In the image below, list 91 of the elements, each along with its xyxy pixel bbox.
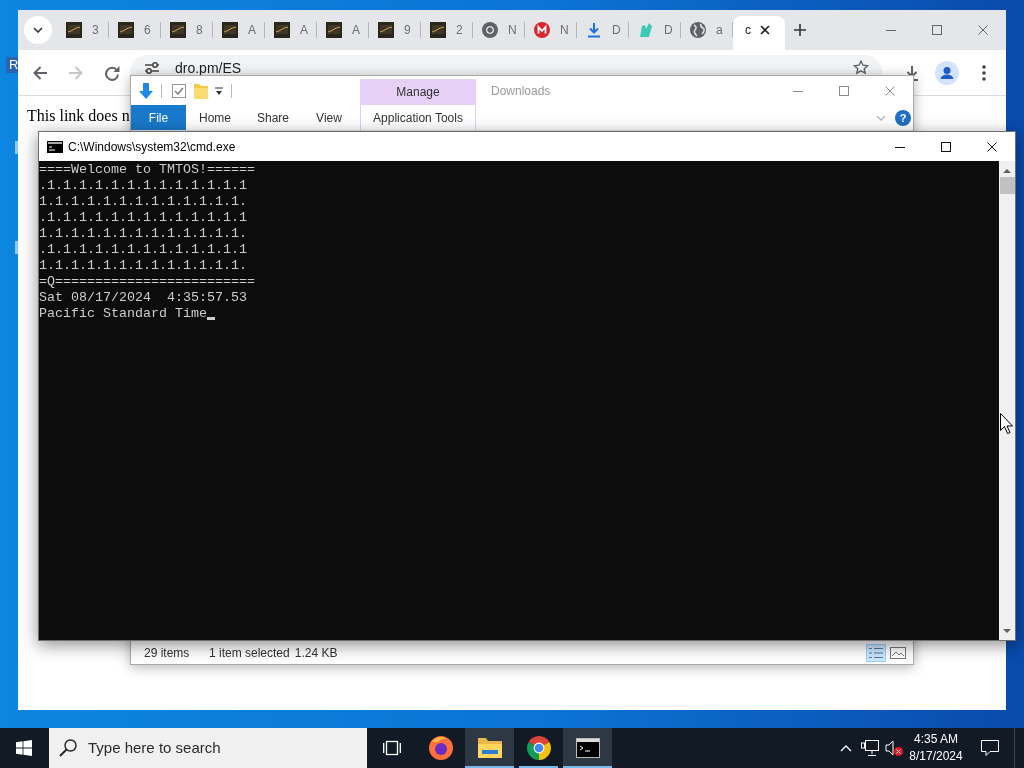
window-title: C:\Windows\system32\cmd.exe [68, 138, 236, 156]
browser-tab[interactable]: a [681, 16, 733, 50]
download-arrow-icon[interactable] [139, 82, 153, 99]
status-text: 1 item selected [209, 644, 290, 662]
address-bar[interactable]: dro.pm/ES [130, 55, 882, 75]
browser-tab[interactable]: N [525, 16, 577, 50]
browser-tab[interactable]: D [629, 16, 681, 50]
context-ribbon-tab[interactable]: Application Tools [360, 105, 476, 130]
star-icon[interactable] [853, 60, 869, 75]
browser-tab[interactable]: 3 [57, 16, 109, 50]
scroll-down-icon[interactable] [1003, 629, 1011, 634]
thumbnail-icon [274, 22, 290, 38]
browser-icon [526, 736, 551, 760]
status-text: 29 items [144, 644, 191, 662]
taskbar-button[interactable] [563, 728, 612, 768]
console-line: 1.1.1.1.1.1.1.1.1.1.1.1.1. [39, 226, 247, 242]
console-line: Pacific Standard Time [39, 306, 207, 322]
thumbnail-icon [326, 22, 342, 38]
task-view-icon [382, 740, 401, 756]
terminal-icon [575, 738, 600, 758]
context-tab-header: Manage [360, 79, 476, 105]
reload-icon[interactable] [104, 64, 120, 81]
scrollbar-thumb[interactable] [999, 177, 1015, 194]
logo-icon [534, 22, 550, 38]
notification-icon[interactable] [981, 740, 999, 756]
thumbnail-icon [170, 22, 186, 38]
browser-icon [482, 22, 498, 38]
console-line: .1.1.1.1.1.1.1.1.1.1.1.1.1 [39, 242, 247, 258]
thumbnail-icon [222, 22, 238, 38]
desktop-icon [15, 241, 18, 254]
profile-avatar-icon[interactable] [935, 60, 959, 85]
browser-tab[interactable]: c [733, 16, 785, 50]
details-view-button[interactable] [866, 643, 886, 662]
browser-tab[interactable]: A [213, 16, 265, 50]
back-arrow-icon[interactable] [32, 64, 48, 81]
chevron-up-icon[interactable] [840, 744, 852, 752]
scroll-up-icon[interactable] [1003, 168, 1011, 173]
browser-tab[interactable]: A [317, 16, 369, 50]
ribbon-tab[interactable]: View [302, 105, 356, 130]
maximize-icon[interactable] [941, 141, 951, 152]
browser-tab[interactable]: D [577, 16, 629, 50]
browser-icon [428, 736, 453, 760]
help-button[interactable]: ? [895, 109, 911, 126]
browser-tab[interactable]: 6 [109, 16, 161, 50]
browser-tab[interactable]: 9 [369, 16, 421, 50]
close-tab-icon[interactable] [760, 25, 770, 35]
search-icon [59, 739, 77, 757]
desktop-icon [15, 141, 18, 154]
console-line: 1.1.1.1.1.1.1.1.1.1.1.1.1. [39, 194, 247, 210]
console-line: ====Welcome to TMTOS!====== [39, 162, 255, 178]
folder-icon [477, 738, 502, 758]
search-field[interactable]: Type here to search [88, 736, 353, 760]
list-icon [869, 646, 883, 659]
browser-tab[interactable]: N [473, 16, 525, 50]
window-title: Downloads [491, 82, 551, 100]
taskbar-button[interactable] [465, 728, 514, 768]
check-page-icon[interactable] [172, 83, 186, 98]
console-line: =Q========================= [39, 274, 255, 290]
close-icon[interactable] [987, 141, 997, 152]
console-line: .1.1.1.1.1.1.1.1.1.1.1.1.1 [39, 178, 247, 194]
console-app-icon [47, 140, 63, 153]
ribbon-tab[interactable]: Share [244, 105, 302, 130]
thumbnail-icon [66, 22, 82, 38]
windows-logo-icon[interactable] [16, 740, 32, 756]
thumbnail-icon [118, 22, 134, 38]
thumbnail-icon [378, 22, 394, 38]
taskbar-clock[interactable]: 4:35 AM 8/17/2024 [906, 728, 966, 768]
ribbon-tab[interactable]: Home [186, 105, 244, 130]
dropdown-caret-icon[interactable] [214, 85, 224, 96]
menu-dots-icon[interactable] [982, 64, 986, 81]
browser-tab[interactable]: A [265, 16, 317, 50]
picture-icon [890, 646, 906, 659]
console-line: 1.1.1.1.1.1.1.1.1.1.1.1.1. [39, 258, 247, 274]
hand-icon [638, 22, 654, 38]
status-text: 1.24 KB [294, 644, 338, 662]
thumbnail-icon [430, 22, 446, 38]
browser-tab[interactable]: 8 [161, 16, 213, 50]
page-text: This link does n [27, 107, 130, 124]
network-icon[interactable] [861, 740, 879, 756]
file-menu-tab[interactable]: File [131, 105, 186, 130]
browser-tab[interactable]: 2 [421, 16, 473, 50]
plus-icon[interactable] [794, 24, 806, 36]
download-icon [586, 22, 602, 38]
chevron-down-icon [33, 27, 43, 33]
muted-speaker-icon[interactable] [885, 740, 903, 756]
search-box[interactable]: Type here to search [49, 728, 367, 768]
tab-search-button[interactable] [24, 16, 52, 44]
sliders-icon[interactable] [144, 61, 160, 75]
console-line: .1.1.1.1.1.1.1.1.1.1.1.1.1 [39, 210, 247, 226]
globe-icon [690, 22, 706, 38]
console-line: Sat 08/17/2024 4:35:57.53 [39, 290, 247, 306]
